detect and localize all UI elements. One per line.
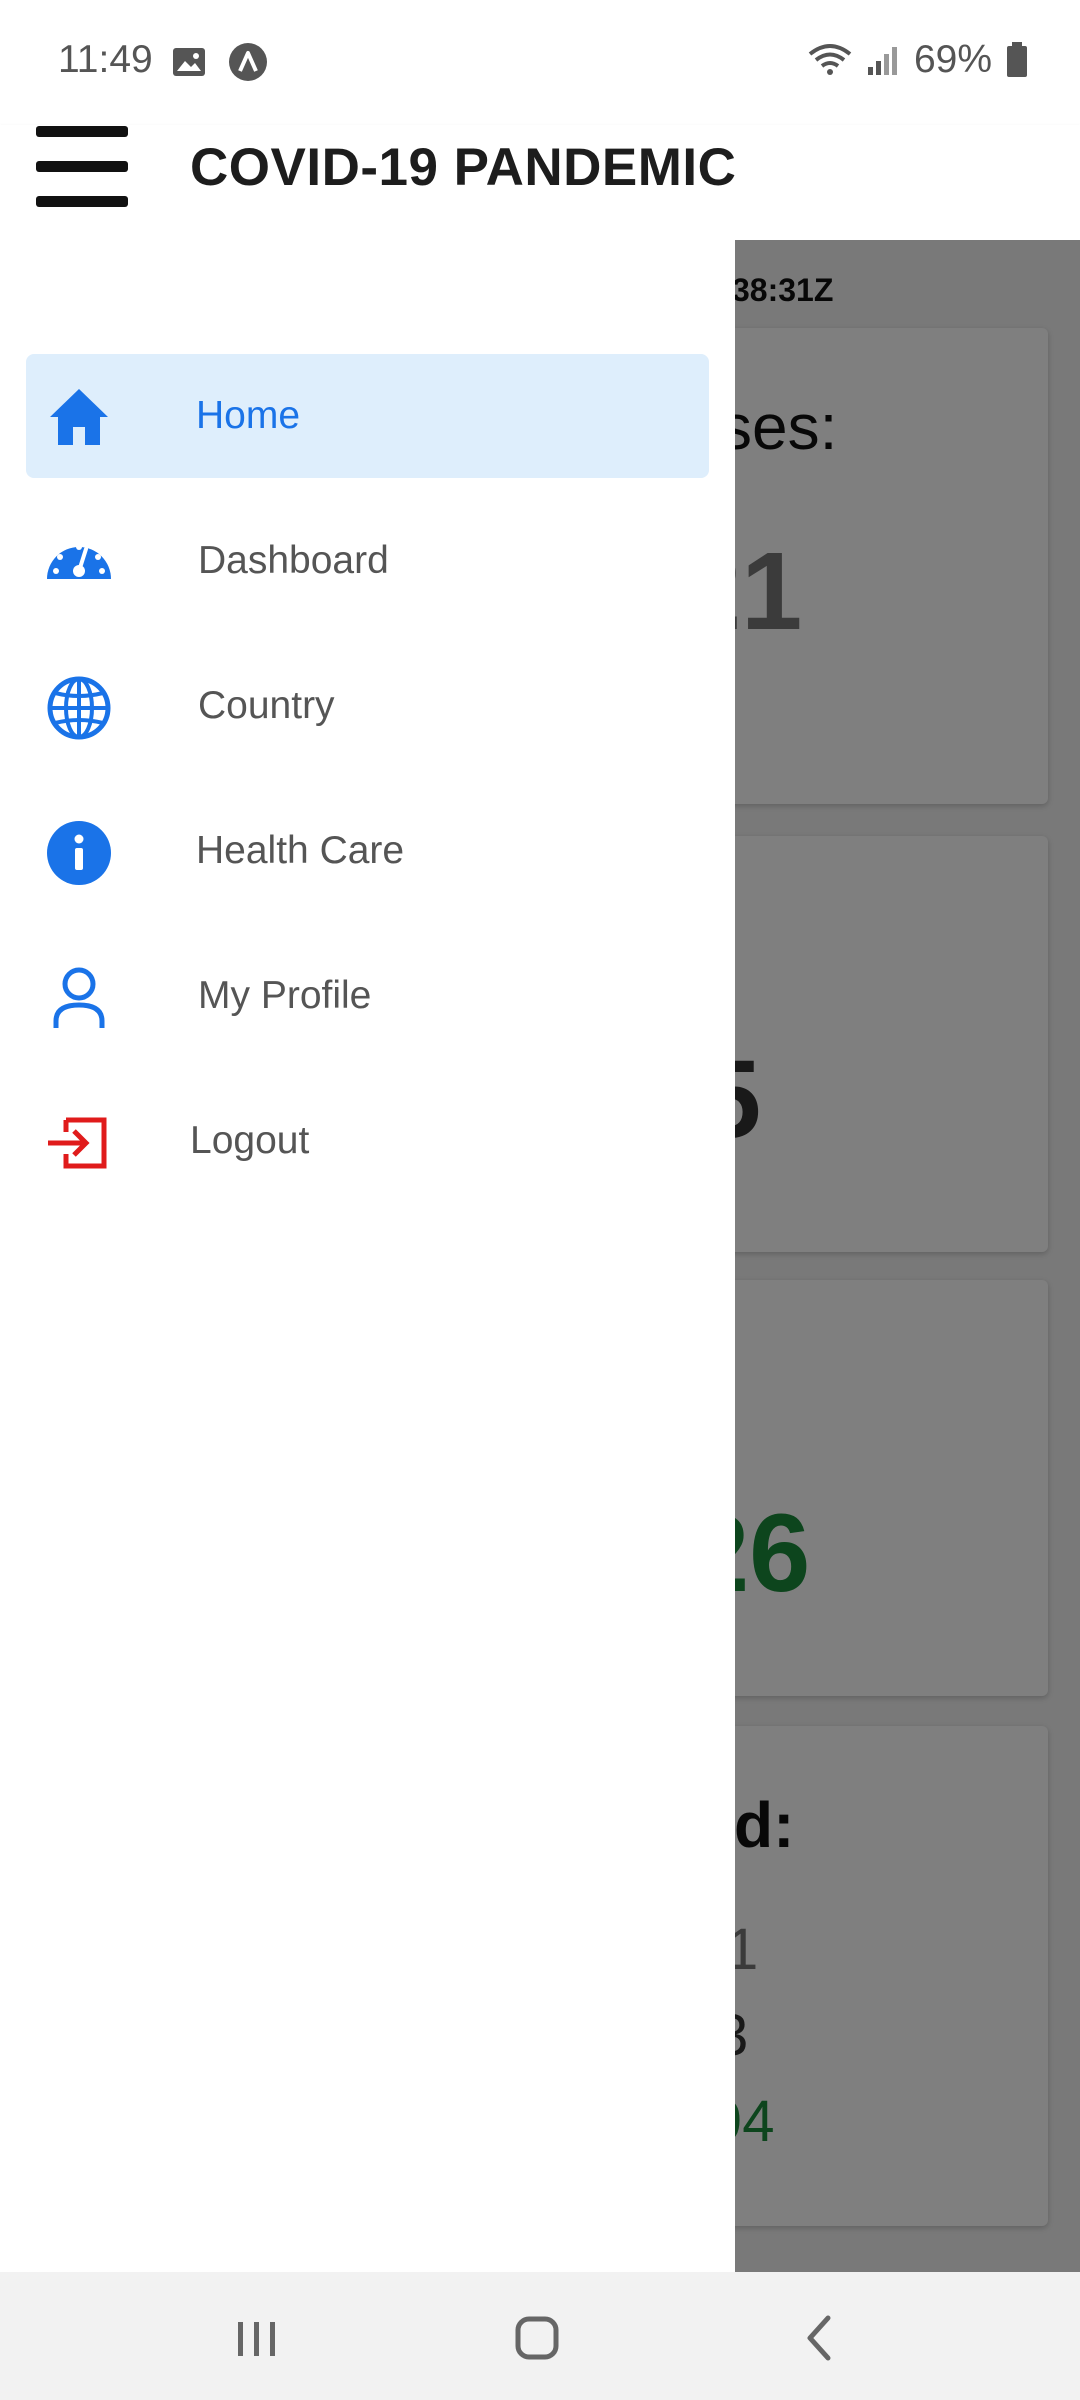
logout-icon — [48, 1117, 107, 1169]
drawer-item-dashboard[interactable]: Dashboard — [26, 499, 709, 623]
app-a-icon — [229, 43, 267, 81]
drawer-item-label: Health Care — [196, 829, 405, 872]
navigation-drawer: Home Dashboard Country Health Care My Pr… — [0, 240, 735, 2272]
person-icon — [53, 967, 105, 1028]
drawer-item-logout[interactable]: Logout — [26, 1079, 709, 1203]
status-bar: 11:49 69% — [0, 0, 1080, 125]
drawer-item-label: My Profile — [198, 974, 372, 1017]
drawer-item-label: Logout — [190, 1119, 310, 1162]
battery-percentage: 69% — [913, 38, 992, 81]
wifi-icon — [808, 44, 852, 75]
signal-icon — [867, 47, 897, 75]
drawer-item-label: Dashboard — [198, 539, 389, 582]
battery-icon — [1007, 42, 1027, 77]
drawer-item-label: Home — [196, 394, 301, 437]
drawer-item-country[interactable]: Country — [26, 644, 709, 768]
info-icon — [47, 821, 111, 885]
image-icon — [173, 48, 205, 76]
status-icons-left — [172, 42, 268, 82]
status-time: 11:49 — [58, 38, 153, 81]
home-button-icon[interactable] — [498, 2308, 578, 2368]
drawer-item-label: Country — [198, 684, 335, 727]
drawer-item-home[interactable]: Home — [26, 354, 709, 478]
recent-apps-icon[interactable] — [216, 2308, 296, 2368]
status-icons-right: 69% — [808, 38, 1028, 82]
app-title: COVID-19 PANDEMIC — [190, 138, 737, 197]
drawer-item-my-profile[interactable]: My Profile — [26, 934, 709, 1058]
hamburger-menu-icon[interactable] — [36, 126, 128, 208]
home-icon — [50, 389, 108, 445]
system-nav-bar — [0, 2272, 1080, 2400]
back-icon[interactable] — [780, 2308, 860, 2368]
app-bar: COVID-19 PANDEMIC — [0, 125, 1080, 240]
speedometer-icon — [47, 544, 111, 579]
globe-icon — [47, 676, 111, 740]
drawer-item-health-care[interactable]: Health Care — [26, 789, 709, 913]
